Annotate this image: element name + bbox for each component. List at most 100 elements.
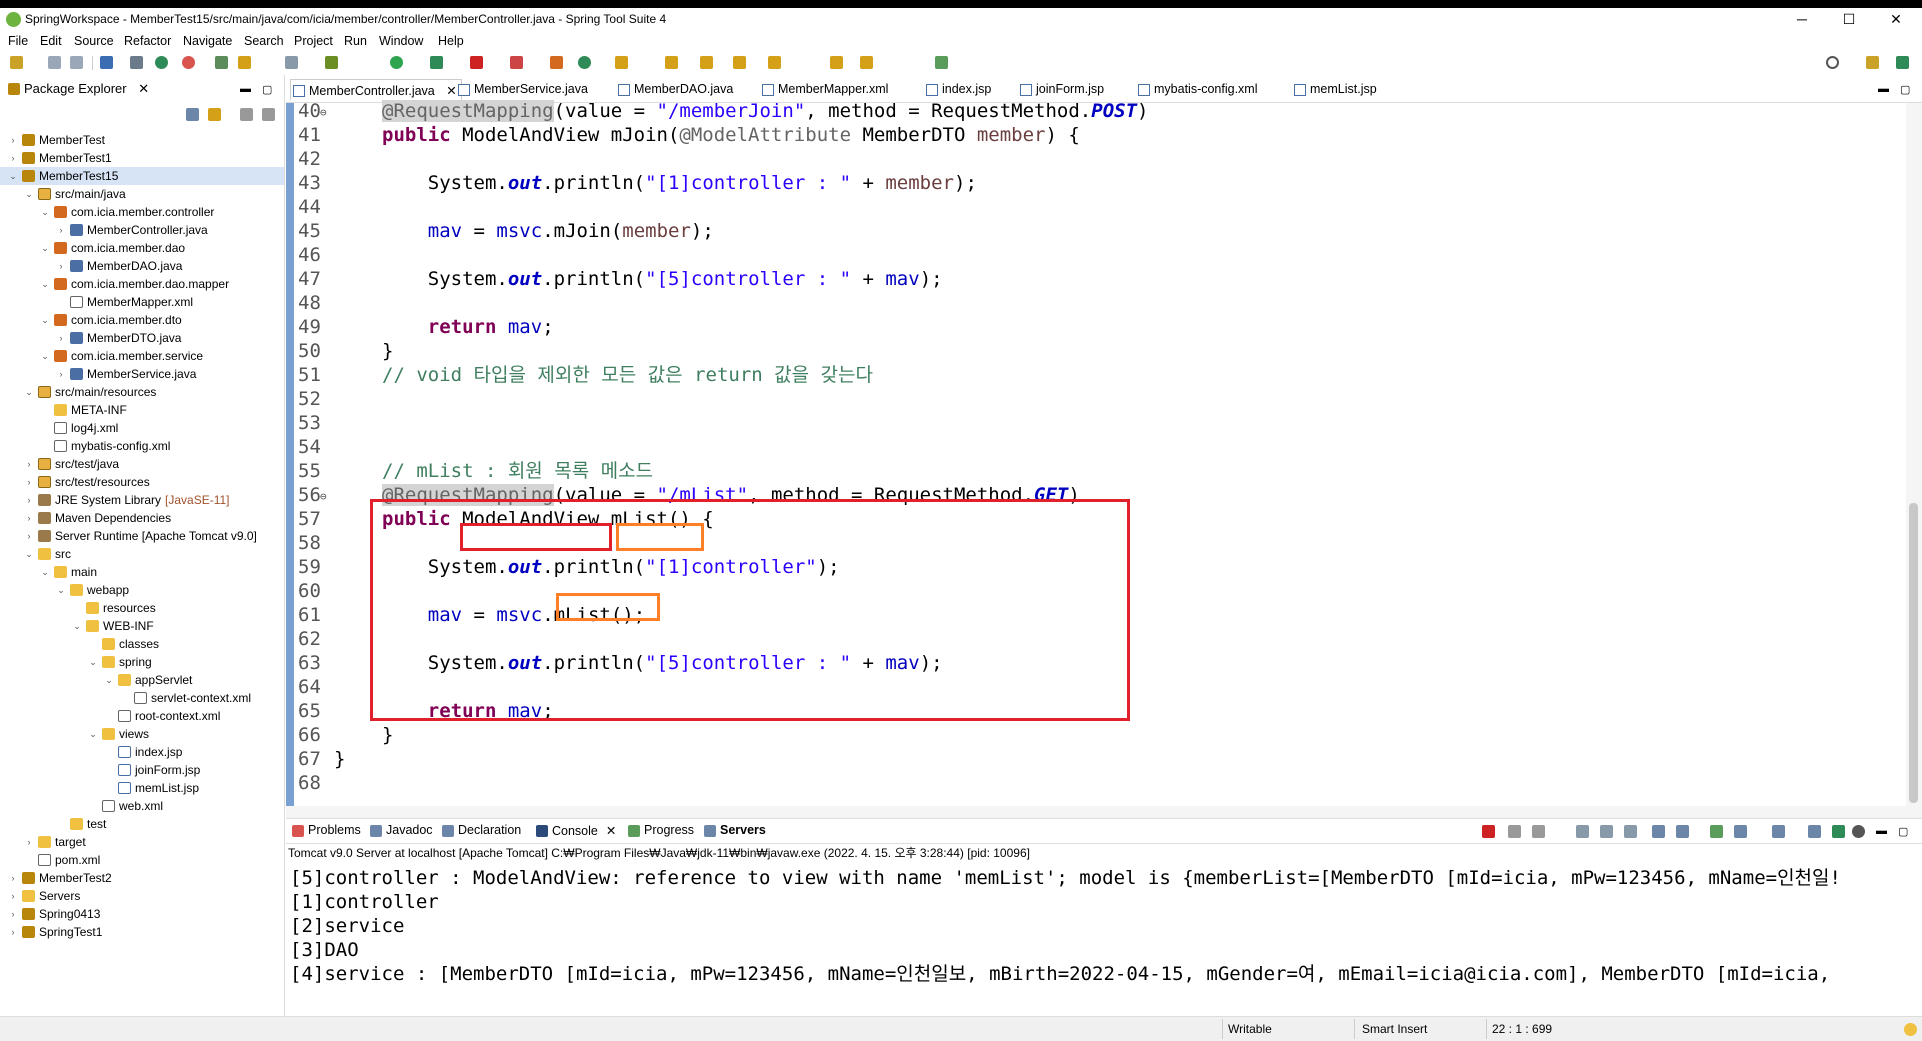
tree-item[interactable]: ⌄ com.icia.member.dao bbox=[0, 239, 284, 257]
tree-item[interactable]: › src/test/java bbox=[0, 455, 284, 473]
tree-item[interactable]: › src/test/resources bbox=[0, 473, 284, 491]
tree-item[interactable]: memList.jsp bbox=[0, 779, 284, 797]
tree-item[interactable]: › MemberTest2 bbox=[0, 869, 284, 887]
code-line[interactable]: 55 // mList : 회원 목록 메소드 bbox=[286, 459, 1886, 483]
new-icon[interactable] bbox=[10, 56, 23, 69]
tree-item[interactable]: resources bbox=[0, 599, 284, 617]
pin-console-icon[interactable] bbox=[1710, 825, 1723, 838]
tree-item[interactable]: ⌄ spring bbox=[0, 653, 284, 671]
lightbulb-icon[interactable] bbox=[1904, 1023, 1917, 1036]
expanded-chevron-icon[interactable]: ⌄ bbox=[24, 383, 34, 401]
scroll-lock-icon[interactable] bbox=[1600, 825, 1613, 838]
tree-item[interactable]: › Server Runtime [Apache Tomcat v9.0] bbox=[0, 527, 284, 545]
clear-console-icon[interactable] bbox=[1576, 825, 1589, 838]
last-edit-icon[interactable] bbox=[768, 56, 781, 69]
tree-item[interactable]: ⌄ main bbox=[0, 563, 284, 581]
close-icon[interactable]: ✕ bbox=[138, 81, 149, 96]
code-line[interactable]: 54 bbox=[286, 435, 1886, 459]
word-wrap-icon[interactable] bbox=[1624, 825, 1637, 838]
tab-package-explorer[interactable]: Package Explorer ✕ bbox=[4, 77, 155, 101]
tree-item[interactable]: ⌄ webapp bbox=[0, 581, 284, 599]
tree-item[interactable]: › Maven Dependencies bbox=[0, 509, 284, 527]
tree-item[interactable]: web.xml bbox=[0, 797, 284, 815]
tab-membercontroller[interactable]: MemberController.java ✕ bbox=[290, 79, 462, 101]
save-icon[interactable] bbox=[48, 56, 61, 69]
expanded-chevron-icon[interactable]: ⌄ bbox=[72, 617, 82, 635]
collapsed-chevron-icon[interactable]: › bbox=[8, 887, 18, 905]
fold-toggle-icon[interactable]: ⊖ bbox=[320, 485, 327, 509]
tree-item[interactable]: ⌄ src/main/java bbox=[0, 185, 284, 203]
tree-item[interactable]: test bbox=[0, 815, 284, 833]
java-perspective-icon[interactable] bbox=[1896, 56, 1909, 69]
open-perspective-icon[interactable] bbox=[1866, 56, 1879, 69]
tree-item[interactable]: META-INF bbox=[0, 401, 284, 419]
minimize-button[interactable]: ─ bbox=[1787, 9, 1817, 29]
remove-all-icon[interactable] bbox=[1532, 825, 1545, 838]
tree-item[interactable]: › MemberTest bbox=[0, 131, 284, 149]
tree-item[interactable]: ⌄ com.icia.member.service bbox=[0, 347, 284, 365]
code-line[interactable]: 52 bbox=[286, 387, 1886, 411]
tab-memberservice[interactable]: MemberService.java bbox=[456, 79, 592, 101]
tab-mybatis-config[interactable]: mybatis-config.xml bbox=[1136, 79, 1262, 101]
editor-vertical-scrollbar[interactable] bbox=[1906, 103, 1922, 818]
code-line[interactable]: 45 mav = msvc.mJoin(member); bbox=[286, 219, 1886, 243]
menu-search[interactable]: Search bbox=[244, 34, 284, 48]
show-on-output-icon[interactable] bbox=[1652, 825, 1665, 838]
tree-item[interactable]: mybatis-config.xml bbox=[0, 437, 284, 455]
tree-item[interactable]: ⌄ src/main/resources bbox=[0, 383, 284, 401]
annotation-icon[interactable] bbox=[700, 56, 713, 69]
code-line[interactable]: 41 public ModelAndView mJoin(@ModelAttrib… bbox=[286, 123, 1886, 147]
tree-item[interactable]: MemberMapper.xml bbox=[0, 293, 284, 311]
tab-servers[interactable]: Servers bbox=[702, 823, 766, 837]
expanded-chevron-icon[interactable]: ⌄ bbox=[40, 239, 50, 257]
tab-progress[interactable]: Progress bbox=[626, 823, 694, 837]
menu-edit[interactable]: Edit bbox=[40, 34, 62, 48]
collapsed-chevron-icon[interactable]: › bbox=[8, 923, 18, 941]
tree-item[interactable]: index.jsp bbox=[0, 743, 284, 761]
menu-source[interactable]: Source bbox=[74, 34, 114, 48]
link-with-editor-icon[interactable] bbox=[208, 108, 221, 121]
collapsed-chevron-icon[interactable]: › bbox=[24, 491, 34, 509]
stop-icon[interactable] bbox=[470, 56, 483, 69]
tab-memlist-jsp[interactable]: memList.jsp bbox=[1292, 79, 1381, 101]
display-console-icon[interactable] bbox=[1734, 825, 1747, 838]
terminal-icon[interactable] bbox=[100, 56, 113, 69]
expanded-chevron-icon[interactable]: ⌄ bbox=[8, 167, 18, 185]
tree-item[interactable]: ⌄ appServlet bbox=[0, 671, 284, 689]
collapsed-chevron-icon[interactable]: › bbox=[24, 833, 34, 851]
expanded-chevron-icon[interactable]: ⌄ bbox=[88, 653, 98, 671]
scroll-thumb[interactable] bbox=[1909, 503, 1918, 803]
menu-refactor[interactable]: Refactor bbox=[124, 34, 171, 48]
code-line[interactable]: 47 System.out.println("[5]controller : "… bbox=[286, 267, 1886, 291]
code-line[interactable]: 42 bbox=[286, 147, 1886, 171]
tree-item[interactable]: servlet-context.xml bbox=[0, 689, 284, 707]
search-icon-toolbar[interactable] bbox=[665, 56, 678, 69]
menu-window[interactable]: Window bbox=[379, 34, 423, 48]
tree-item[interactable]: ⌄ views bbox=[0, 725, 284, 743]
collapsed-chevron-icon[interactable]: › bbox=[8, 869, 18, 887]
tree-item[interactable]: › MemberService.java bbox=[0, 365, 284, 383]
view-menu-icon[interactable] bbox=[262, 108, 275, 121]
code-line[interactable]: 53 bbox=[286, 411, 1886, 435]
code-line[interactable]: 67} bbox=[286, 747, 1886, 771]
fold-toggle-icon[interactable]: ⊖ bbox=[320, 101, 327, 125]
editor-horizontal-scrollbar[interactable] bbox=[286, 806, 1906, 818]
save-all-icon[interactable] bbox=[70, 56, 83, 69]
tab-index-jsp[interactable]: index.jsp bbox=[924, 79, 995, 101]
skip-breakpoints-icon[interactable] bbox=[130, 56, 143, 69]
expanded-chevron-icon[interactable]: ⌄ bbox=[40, 275, 50, 293]
close-button[interactable]: ✕ bbox=[1881, 9, 1911, 29]
forward-icon[interactable] bbox=[860, 56, 873, 69]
tree-item[interactable]: ⌄ com.icia.member.dto bbox=[0, 311, 284, 329]
collapsed-chevron-icon[interactable]: › bbox=[8, 905, 18, 923]
menu-help[interactable]: Help bbox=[438, 34, 464, 48]
collapsed-chevron-icon[interactable]: › bbox=[8, 149, 18, 167]
show-whitespace-icon[interactable] bbox=[285, 56, 298, 69]
format-icon[interactable] bbox=[1832, 825, 1845, 838]
tree-item[interactable]: classes bbox=[0, 635, 284, 653]
open-type-icon[interactable] bbox=[215, 56, 228, 69]
tree-item[interactable]: ⌄ src bbox=[0, 545, 284, 563]
tree-item[interactable]: log4j.xml bbox=[0, 419, 284, 437]
close-icon[interactable]: ✕ bbox=[606, 824, 616, 838]
toggle-mark-occurrences-icon[interactable] bbox=[238, 56, 251, 69]
